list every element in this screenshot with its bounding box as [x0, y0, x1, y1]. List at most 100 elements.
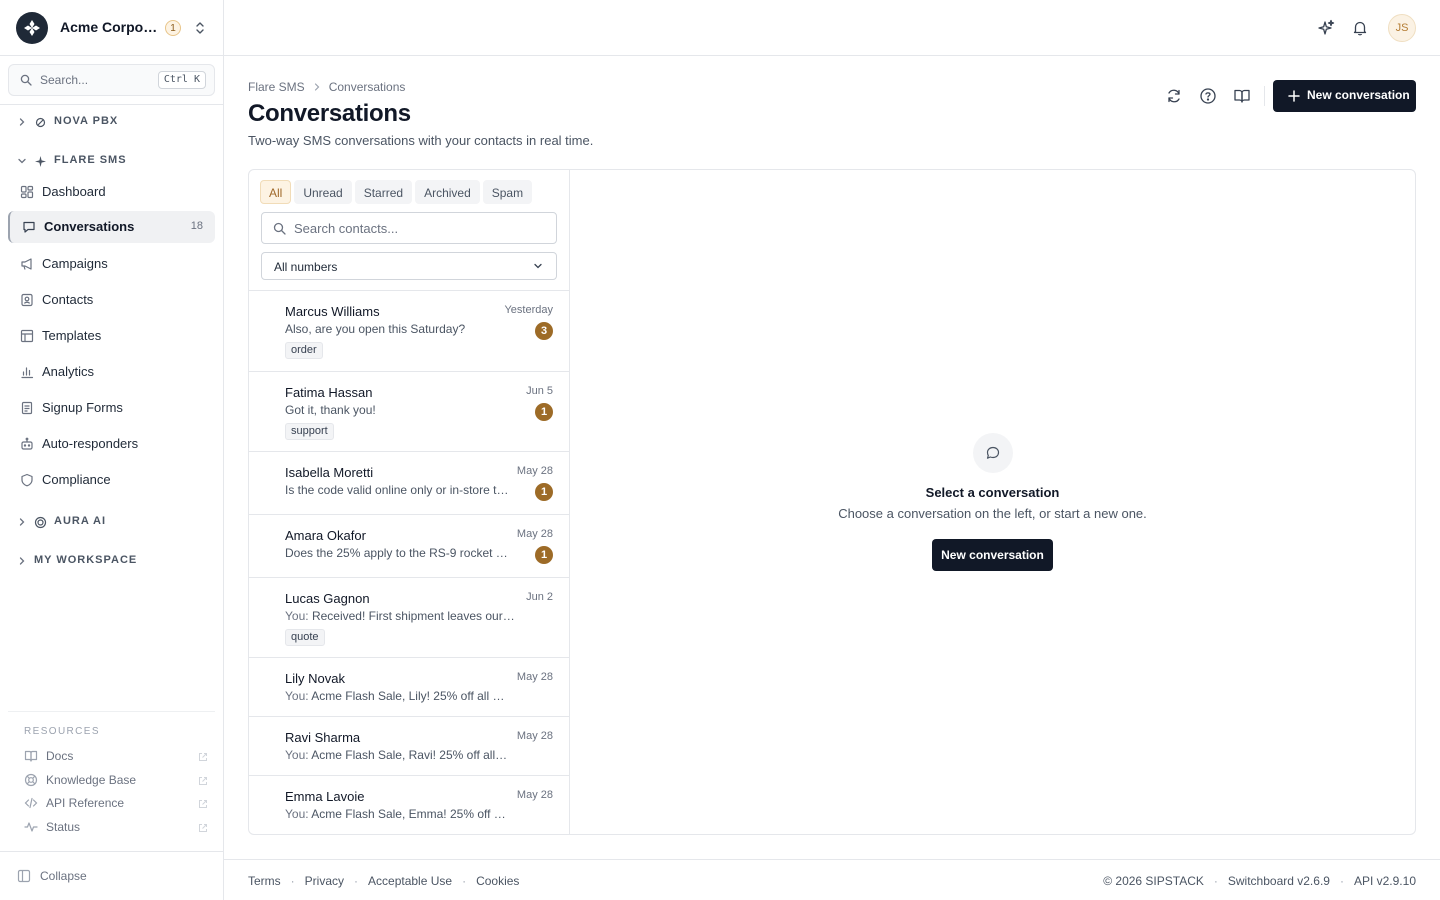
filter-tab-starred[interactable]: Starred	[354, 180, 413, 204]
conversation-time: May 28	[516, 789, 553, 801]
resource-link-api-reference[interactable]: API Reference	[16, 792, 208, 814]
bell-icon[interactable]	[1350, 18, 1370, 38]
filter-tab-all[interactable]: All	[260, 180, 292, 204]
refresh-icon[interactable]	[1164, 86, 1184, 106]
sidebar-item-label: Templates	[42, 328, 102, 343]
filter-tab-archived[interactable]: Archived	[415, 180, 480, 204]
external-link-icon	[198, 797, 208, 812]
new-conversation-button[interactable]: New conversation	[1273, 80, 1416, 112]
footer-link-terms[interactable]: Terms	[248, 874, 281, 888]
chevron-up-down-icon[interactable]	[192, 20, 208, 36]
resource-link-knowledge-base[interactable]: Knowledge Base	[16, 769, 208, 791]
collapse-label: Collapse	[40, 869, 87, 883]
plus-icon	[1287, 89, 1301, 106]
sidebar-item-conversations[interactable]: Conversations 18	[8, 211, 215, 243]
resource-link-status[interactable]: Status	[16, 816, 208, 838]
nav-group-aura-ai[interactable]: AURA AI	[0, 511, 223, 533]
help-icon[interactable]	[1198, 86, 1218, 106]
target-icon	[34, 516, 47, 532]
conversation-list-column: All Unread Starred Archived Spam Search …	[249, 170, 570, 834]
chevron-right-icon	[312, 82, 322, 92]
collapse-sidebar-button[interactable]: Collapse	[0, 851, 223, 900]
footer-links: Terms · Privacy · Acceptable Use · Cooki…	[248, 874, 519, 888]
analytics-icon	[20, 365, 34, 382]
message-text: Got it, thank you!	[285, 403, 376, 417]
number-select[interactable]: All numbers	[261, 252, 557, 280]
sidebar-item-label: Analytics	[42, 364, 95, 379]
global-search[interactable]: Search... Ctrl K	[8, 64, 215, 96]
message-text: Does the 25% apply to the RS-9 rocket ki…	[285, 546, 509, 560]
conversation-item[interactable]: Lily Novak May 28 You: Acme Flash Sale, …	[249, 658, 569, 717]
separator-dot: ·	[1213, 874, 1218, 888]
sidebar-item-label: Auto-responders	[42, 436, 139, 451]
nav-group-label: FLARE SMS	[54, 154, 127, 166]
sidebar-item-templates[interactable]: Templates	[8, 320, 215, 352]
conversation-item[interactable]: Emma Lavoie May 28 You: Acme Flash Sale,…	[249, 776, 569, 834]
nav-group-my-workspace[interactable]: MY WORKSPACE	[0, 550, 223, 572]
resources-title: RESOURCES	[24, 726, 100, 737]
sidebar-item-contacts[interactable]: Contacts	[8, 284, 215, 316]
message-text: Acme Flash Sale, Emma! 25% off all aeros…	[311, 807, 509, 821]
footer-link-privacy[interactable]: Privacy	[305, 874, 344, 888]
chevron-right-icon	[16, 516, 28, 531]
sidebar-item-auto-responders[interactable]: Auto-responders	[8, 428, 215, 460]
sidebar-item-campaigns[interactable]: Campaigns	[8, 248, 215, 280]
conversation-item[interactable]: Fatima Hassan Jun 5 Got it, thank you! 1…	[249, 372, 569, 452]
page-subtitle: Two-way SMS conversations with your cont…	[248, 133, 594, 148]
conversation-item[interactable]: Ravi Sharma May 28 You: Acme Flash Sale,…	[249, 717, 569, 776]
filter-tab-unread[interactable]: Unread	[294, 180, 352, 204]
message-preview: Is the code valid online only or in-stor…	[285, 483, 509, 497]
conversation-item[interactable]: Isabella Moretti May 28 Is the code vali…	[249, 452, 569, 515]
button-label: New conversation	[1307, 88, 1410, 102]
resource-label: Status	[46, 820, 81, 834]
sidebar-item-signup-forms[interactable]: Signup Forms	[8, 392, 215, 424]
separator-dot: ·	[354, 874, 359, 888]
conversation-item[interactable]: Amara Okafor May 28 Does the 25% apply t…	[249, 515, 569, 578]
code-icon	[24, 796, 38, 813]
search-shortcut: Ctrl K	[157, 71, 206, 89]
breadcrumb-link[interactable]: Flare SMS	[248, 80, 305, 94]
number-select-value: All numbers	[274, 260, 338, 274]
conversation-time: May 28	[516, 528, 553, 540]
search-placeholder: Search...	[40, 73, 89, 87]
footer-link-acceptable-use[interactable]: Acceptable Use	[368, 874, 452, 888]
conversation-item[interactable]: Marcus Williams Yesterday Also, are you …	[249, 291, 569, 372]
empty-state-new-conversation-button[interactable]: New conversation	[932, 539, 1053, 571]
sidebar-item-label: Conversations	[44, 219, 135, 234]
org-switcher[interactable]: Acme Corpo… 1	[0, 0, 223, 56]
contact-name: Lily Novak	[285, 671, 345, 686]
sidebar-item-analytics[interactable]: Analytics	[8, 356, 215, 388]
activity-icon	[24, 820, 38, 837]
unread-badge: 1	[535, 483, 553, 501]
sender-prefix: You:	[285, 609, 309, 623]
filter-tabs: All Unread Starred Archived Spam	[260, 180, 533, 204]
filter-tab-spam[interactable]: Spam	[482, 180, 533, 204]
form-icon	[20, 401, 34, 418]
contact-search-input[interactable]: Search contacts...	[261, 212, 557, 244]
book-open-icon[interactable]	[1232, 86, 1252, 106]
resource-link-docs[interactable]: Docs	[16, 745, 208, 767]
conversation-time: Jun 5	[526, 385, 553, 397]
breadcrumb: Flare SMS Conversations	[248, 80, 405, 94]
conversation-time: Jun 2	[526, 591, 553, 603]
external-link-icon	[198, 774, 208, 789]
footer-link-cookies[interactable]: Cookies	[476, 874, 519, 888]
conversation-time: May 28	[516, 671, 553, 683]
nav-group-flare-sms[interactable]: FLARE SMS	[0, 150, 223, 172]
sidebar-item-dashboard[interactable]: Dashboard	[8, 176, 215, 208]
message-text: Acme Flash Sale, Ravi! 25% off all aeros…	[311, 748, 509, 762]
conversation-time: May 28	[516, 730, 553, 742]
conversation-tag: order	[285, 342, 323, 359]
copyright: © 2026 SIPSTACK	[1103, 874, 1204, 888]
template-icon	[20, 329, 34, 346]
contact-name: Isabella Moretti	[285, 465, 374, 480]
ai-sparkles-icon[interactable]	[1316, 18, 1336, 38]
api-version: API v2.9.10	[1353, 874, 1416, 888]
contact-name: Marcus Williams	[285, 304, 380, 319]
message-preview: Also, are you open this Saturday?	[285, 322, 509, 336]
conversation-item[interactable]: Lucas Gagnon Jun 2 You: Received! First …	[249, 578, 569, 658]
nav-group-nova-pbx[interactable]: NOVA PBX	[0, 111, 223, 133]
sidebar-item-compliance[interactable]: Compliance	[8, 464, 215, 496]
chat-icon	[22, 220, 36, 237]
avatar[interactable]: JS	[1388, 14, 1416, 42]
